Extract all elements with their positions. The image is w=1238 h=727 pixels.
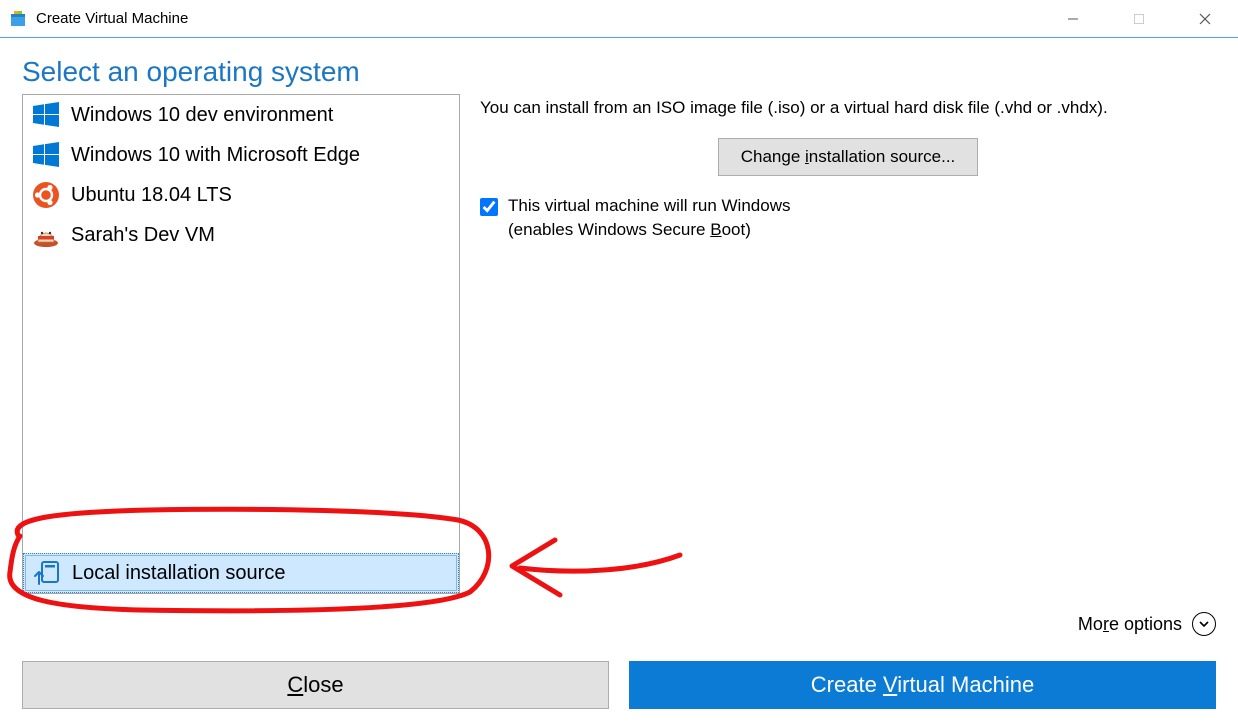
os-item-ubuntu[interactable]: Ubuntu 18.04 LTS [23,175,459,215]
window-buttons [1040,0,1238,37]
window-title: Create Virtual Machine [36,10,1040,27]
os-item-label: Windows 10 with Microsoft Edge [71,144,360,167]
close-button[interactable]: Close [22,661,609,709]
windows-icon [31,100,61,130]
os-item-windows-edge[interactable]: Windows 10 with Microsoft Edge [23,135,459,175]
more-options-toggle[interactable]: More options [1078,612,1216,636]
os-list[interactable]: Windows 10 dev environment Windows 10 wi… [23,95,459,553]
titlebar: Create Virtual Machine [0,0,1238,38]
install-description: You can install from an ISO image file (… [480,96,1216,120]
os-item-custom-vm[interactable]: Sarah's Dev VM [23,215,459,255]
minimize-button[interactable] [1040,0,1106,37]
hat-icon [31,220,61,250]
page-heading: Select an operating system [22,56,1216,88]
change-install-source-button[interactable]: Change installation source... [718,138,979,176]
os-item-label: Ubuntu 18.04 LTS [71,184,232,207]
local-install-icon [32,558,62,588]
app-icon [8,9,28,29]
os-item-windows-dev[interactable]: Windows 10 dev environment [23,95,459,135]
os-item-label: Local installation source [72,562,285,585]
dialog-content: Select an operating system Windows 10 de… [0,38,1238,594]
windows-secure-boot-label: This virtual machine will run Windows (e… [508,194,790,242]
windows-secure-boot-checkbox[interactable] [480,198,498,216]
close-window-button[interactable] [1172,0,1238,37]
ubuntu-icon [31,180,61,210]
os-list-panel: Windows 10 dev environment Windows 10 wi… [22,94,460,594]
bottom-button-bar: Close Create Virtual Machine [22,661,1216,709]
windows-icon [31,140,61,170]
os-item-label: Windows 10 dev environment [71,104,333,127]
maximize-button [1106,0,1172,37]
os-item-local-source[interactable]: Local installation source [23,553,459,593]
chevron-down-icon [1192,612,1216,636]
os-item-label: Sarah's Dev VM [71,224,215,247]
create-vm-button[interactable]: Create Virtual Machine [629,661,1216,709]
right-panel: You can install from an ISO image file (… [460,94,1216,241]
windows-secure-boot-row: This virtual machine will run Windows (e… [480,194,1216,242]
